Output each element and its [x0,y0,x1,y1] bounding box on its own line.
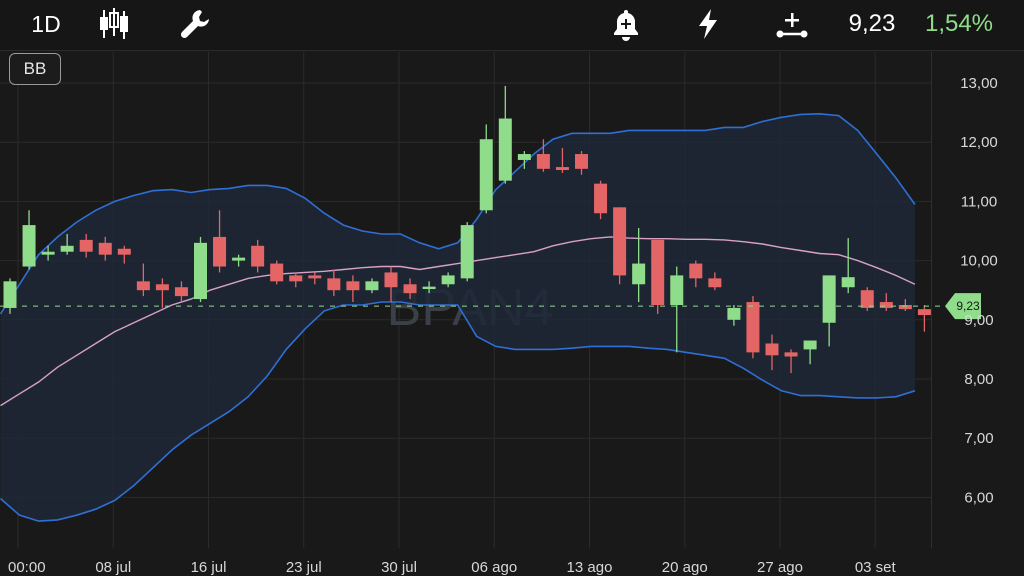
candle-body [784,352,798,357]
candle-body [860,290,874,308]
candle-body [879,302,893,308]
candle [860,287,874,311]
y-tick-label: 7,00 [964,430,993,447]
candle-body [765,343,779,356]
candle-body [251,245,265,267]
bollinger-bands-button[interactable]: BB [9,53,61,85]
candle-body [727,307,741,320]
candle-body [98,242,112,255]
candle-body [308,275,322,279]
candle [460,222,474,282]
candle-body [613,207,627,276]
candle-body [689,263,703,279]
y-tick-label: 11,00 [961,193,997,210]
candle-body [651,239,665,305]
x-axis: 00:00 08 jul 16 jul 23 jul 30 jul 06 ago 13 ag… [8,559,897,576]
candle-body [136,281,150,291]
candle-body [327,278,341,291]
x-tick-label: 06 ago [471,559,517,576]
y-tick-label: 9,00 [964,312,993,329]
candle [194,236,207,303]
candle-body [289,275,303,282]
candle [917,305,931,332]
candlestick-chart[interactable]: BPAN4 9,23 13,0012,0011,0010,009,008,007… [0,0,1024,576]
candle-body [384,272,398,288]
y-tick-label: 13,00 [960,75,998,92]
candle-body [60,245,74,252]
candle-body [708,278,722,288]
x-tick-label: 20 ago [662,559,708,576]
x-tick-label: 23 jul [286,559,322,576]
candle-body [822,275,836,323]
x-tick-label: 30 jul [381,559,417,576]
candle [498,85,512,184]
candle [270,260,284,285]
candle-body [41,251,55,255]
candle-body [174,287,188,297]
x-tick-label: 03 set [855,559,897,576]
x-tick-label: 00:00 [8,559,46,576]
candle-body [79,239,93,252]
candle-body [498,118,512,181]
y-axis: 13,00 12,00 11,00 10,00 9,00 8,00 7,00 6,00 [960,75,998,506]
candle-body [270,263,284,282]
candle-body [917,309,931,316]
y-tick-label: 6,00 [964,489,993,506]
candle-body [3,281,17,308]
candle-body [194,242,207,300]
candle-body [422,286,436,290]
candle-body [365,281,379,291]
candle-body [632,263,646,285]
candle-body [536,154,550,169]
candle-body [746,302,760,353]
candle [746,296,760,359]
candle-body [403,284,417,294]
candle [22,210,36,270]
candle-body [232,257,246,261]
candle-body [479,139,493,211]
candle [651,239,665,314]
candle-body [441,275,455,285]
x-tick-label: 13 ago [567,559,613,576]
y-tick-label: 10,00 [960,253,998,270]
x-tick-label: 27 ago [757,559,803,576]
candle [613,207,627,285]
candle-body [155,284,169,291]
x-tick-label: 16 jul [191,559,227,576]
y-tick-label: 8,00 [964,371,993,388]
candle [479,124,493,214]
y-tick-label: 12,00 [960,134,998,151]
candle-body [898,305,912,310]
candle-body [117,248,131,255]
candle-body [594,183,608,214]
candle-body [803,340,817,350]
candle-body [213,236,227,267]
x-tick-label: 08 jul [95,559,131,576]
candle-body [346,281,360,291]
candle-body [841,277,855,288]
candle-body [22,225,36,267]
candle-body [460,225,474,279]
candle-body [517,154,531,160]
candle-body [555,167,569,171]
candle-body [575,154,588,169]
candle-body [670,275,684,305]
